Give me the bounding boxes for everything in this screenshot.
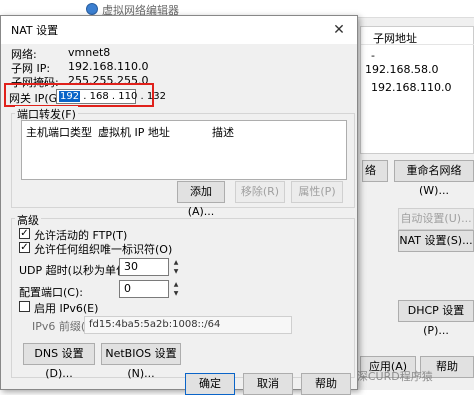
config-port-label: 配置端口(C): [19, 286, 83, 299]
column-subnet-address[interactable]: 子网地址 [373, 30, 417, 46]
column-host-port[interactable]: 主机端口 [26, 124, 70, 140]
gateway-remaining: . 168 . 110 . 132 [80, 91, 166, 102]
allow-ftp-checkbox[interactable]: ✓ [19, 228, 30, 239]
network-button[interactable]: 络(E) [362, 160, 388, 182]
netbios-settings-button[interactable]: NetBIOS 设置(N)... [101, 343, 181, 380]
udp-timeout-input[interactable]: 30 [119, 258, 169, 276]
column-type[interactable]: 类型 [70, 124, 92, 140]
network-table-header: 子网地址 [361, 27, 474, 45]
config-port-stepper[interactable]: ▲ ▼ [171, 280, 181, 298]
dialog-title: NAT 设置 [11, 24, 59, 37]
rename-network-button[interactable]: 重命名网络(W)... [394, 160, 474, 197]
dhcp-settings-button[interactable]: DHCP 设置(P)... [398, 300, 474, 337]
spin-down-icon[interactable]: ▼ [171, 267, 181, 276]
allow-oui-checkbox[interactable]: ✓ [19, 242, 30, 253]
ipv6-prefix-input[interactable]: fd15:4ba5:5a2b:1008::/64 [84, 316, 292, 334]
close-icon[interactable]: ✕ [329, 20, 349, 40]
subnet-ip-value: 192.168.110.0 [68, 60, 149, 73]
column-description[interactable]: 描述 [212, 124, 234, 140]
help-button[interactable]: 帮助 [301, 373, 351, 395]
properties-button[interactable]: 属性(P) [291, 181, 343, 203]
nat-settings-dialog: NAT 设置 ✕ 网络: vmnet8 子网 IP: 192.168.110.0… [0, 15, 358, 395]
advanced-title: 高级 [15, 212, 41, 228]
gateway-ip-input[interactable]: 192 . 168 . 110 . 132 [56, 89, 166, 104]
config-port-input[interactable]: 0 [119, 280, 169, 298]
table-row[interactable]: 192.168.110.0 [361, 79, 474, 95]
auto-settings-button[interactable]: 自动设置(U)... [398, 208, 474, 230]
globe-icon [86, 3, 98, 15]
add-button[interactable]: 添加(A)... [177, 181, 225, 218]
ok-button[interactable]: 确定 [185, 373, 235, 395]
nat-settings-button[interactable]: NAT 设置(S)... [398, 230, 474, 252]
enable-ipv6-label: 启用 IPv6(E) [34, 302, 99, 315]
network-table[interactable]: 子网地址 - 192.168.58.0 192.168.110.0 [360, 26, 474, 154]
port-forwarding-list[interactable]: 主机端口 类型 虚拟机 IP 地址 描述 [21, 120, 347, 180]
spin-down-icon[interactable]: ▼ [171, 289, 181, 298]
dialog-titlebar: NAT 设置 ✕ [1, 16, 357, 44]
remove-button[interactable]: 移除(R) [235, 181, 285, 203]
allow-oui-label: 允许任何组织唯一标识符(O) [34, 243, 173, 256]
udp-timeout-stepper[interactable]: ▲ ▼ [171, 258, 181, 276]
spin-up-icon[interactable]: ▲ [171, 280, 181, 289]
spin-up-icon[interactable]: ▲ [171, 258, 181, 267]
network-value: vmnet8 [68, 46, 111, 59]
dns-settings-button[interactable]: DNS 设置(D)... [23, 343, 95, 380]
gateway-seg1-selected: 192 [59, 91, 81, 102]
column-vm-ip[interactable]: 虚拟机 IP 地址 [98, 124, 170, 140]
enable-ipv6-checkbox[interactable] [19, 301, 30, 312]
table-row[interactable]: 192.168.58.0 [355, 61, 469, 77]
cancel-button[interactable]: 取消 [243, 373, 293, 395]
